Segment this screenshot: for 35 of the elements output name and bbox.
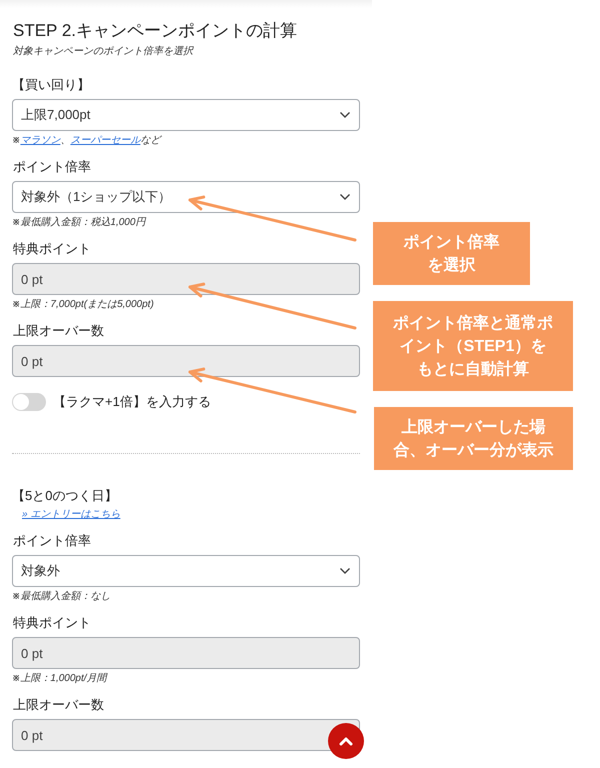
- select-field[interactable]: 対象外: [12, 555, 360, 587]
- note-text: ※上限：7,000pt(または5,000pt): [12, 299, 155, 311]
- section-heading: 【5と0のつく日】: [12, 487, 118, 505]
- page-title: STEP 2.キャンペーンポイントの計算: [13, 20, 298, 42]
- text-link[interactable]: スーパーセール: [70, 135, 140, 146]
- select-field[interactable]: 上限7,000pt: [12, 99, 360, 131]
- entry-link[interactable]: » エントリーはこちら: [22, 508, 120, 521]
- note-text: ※最低購入金額：なし: [12, 591, 112, 603]
- chevron-down-icon: [339, 193, 351, 201]
- field-label: ポイント倍率: [13, 532, 92, 550]
- readonly-field: 0 pt: [12, 345, 360, 377]
- chevron-down-icon: [339, 111, 351, 119]
- field-label: ポイント倍率: [13, 158, 92, 176]
- field-label: 上限オーバー数: [13, 696, 105, 714]
- select-field[interactable]: 対象外（1ショップ以下）: [12, 181, 360, 213]
- chevron-up-icon: [339, 736, 353, 746]
- callout-text: ポイント倍率と通常ポ イント（STEP1）を もとに自動計算: [373, 301, 573, 391]
- text-link[interactable]: マラソン: [20, 135, 60, 146]
- subtitle: 対象キャンペーンのポイント倍率を選択: [13, 45, 195, 58]
- callout-text: 上限オーバーした場 合、オーバー分が表示: [374, 407, 573, 470]
- readonly-field: 0 pt: [12, 637, 360, 669]
- field-label: 上限オーバー数: [13, 322, 105, 340]
- readonly-field: 0 pt: [12, 719, 360, 751]
- note-text: ※最低購入金額：税込1,000円: [12, 217, 148, 229]
- note-text: ※マラソン、スーパーセールなど: [12, 135, 163, 147]
- field-label: 特典ポイント: [13, 614, 92, 632]
- toggle-label: 【ラクマ+1倍】を入力する: [53, 393, 211, 411]
- field-label: 特典ポイント: [13, 240, 92, 258]
- note-text: ※上限：1,000pt/月間: [12, 673, 108, 685]
- callout-text: ポイント倍率 を選択: [373, 222, 530, 285]
- chevron-down-icon: [339, 567, 351, 575]
- section-heading: 【買い回り】: [12, 76, 91, 94]
- readonly-field: 0 pt: [12, 263, 360, 295]
- scroll-top-button[interactable]: [328, 723, 364, 759]
- toggle-switch[interactable]: [12, 393, 46, 411]
